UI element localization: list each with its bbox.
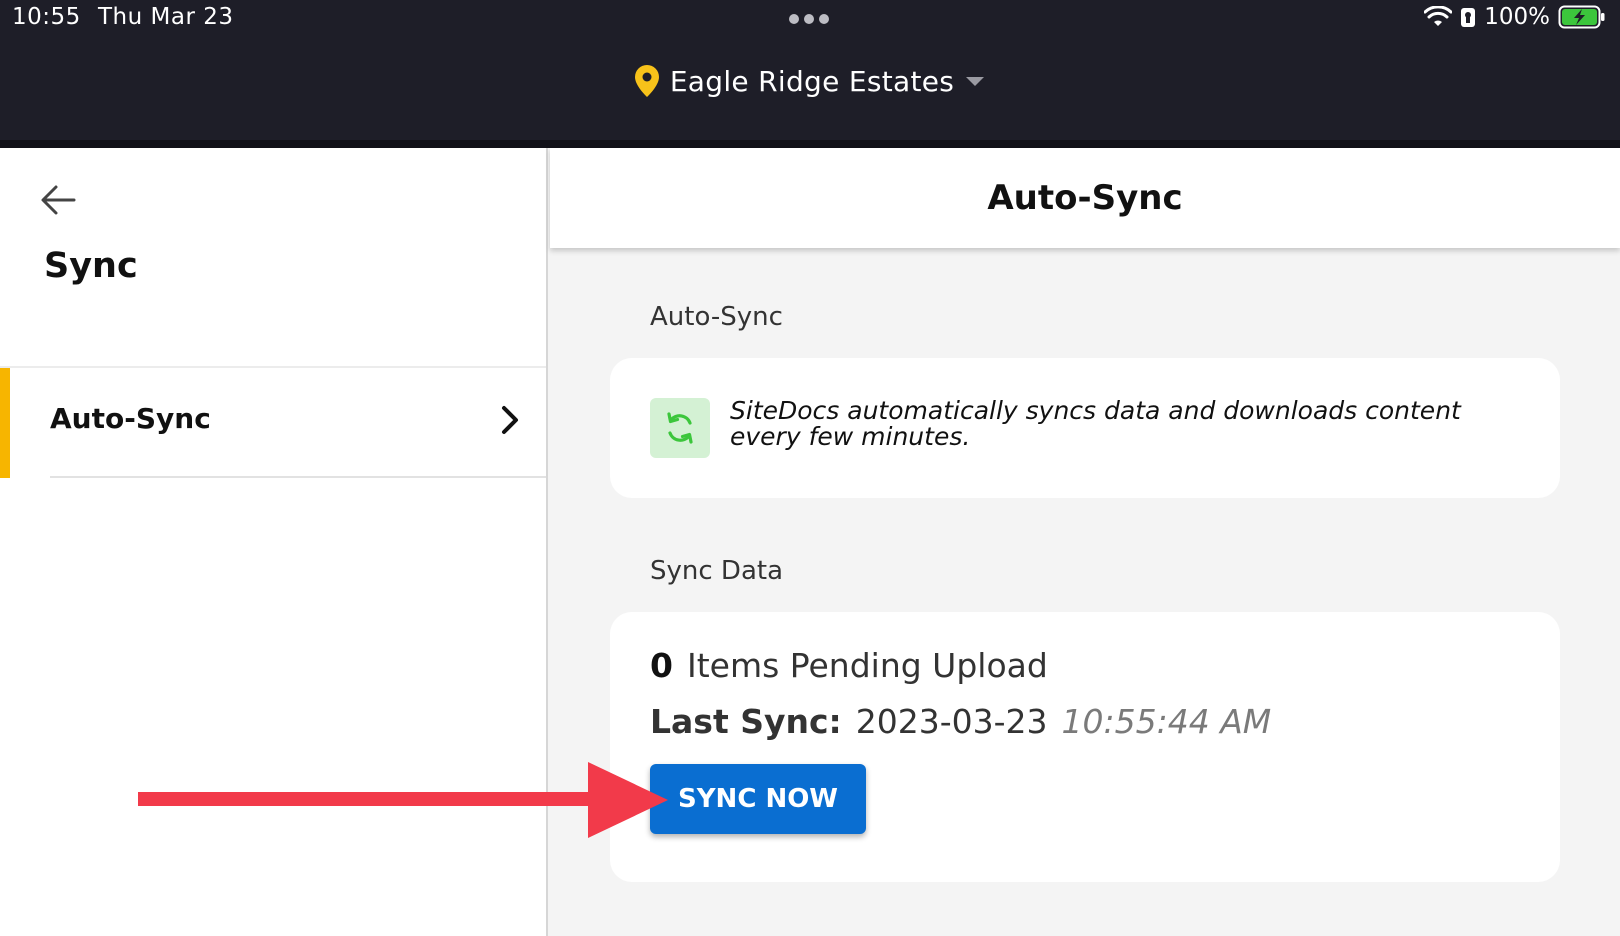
divider [50, 476, 546, 478]
battery-percentage: 100% [1484, 4, 1550, 30]
back-button[interactable] [38, 180, 78, 220]
pending-label: Items Pending Upload [686, 646, 1048, 685]
battery-charging-icon [1558, 5, 1605, 29]
last-sync-line: Last Sync: 2023-03-23 10:55:44 AM [650, 702, 1271, 741]
section-label-auto-sync: Auto-Sync [650, 302, 783, 332]
status-time: 10:55 [12, 4, 81, 30]
auto-sync-info-card: SiteDocs automatically syncs data and do… [610, 358, 1560, 498]
page-title: Sync [44, 246, 138, 286]
top-bar: 10:55 Thu Mar 23 100% Eagle Ridge Estate… [0, 0, 1620, 148]
detail-title: Auto-Sync [987, 178, 1183, 218]
last-sync-time: 10:55:44 AM [1061, 702, 1272, 741]
location-name: Eagle Ridge Estates [669, 64, 955, 98]
status-date: Thu Mar 23 [98, 4, 234, 30]
last-sync-date: 2023-03-23 [855, 702, 1048, 741]
chevron-right-icon [502, 406, 518, 434]
caret-down-icon [966, 77, 985, 86]
sidebar-item-auto-sync[interactable]: Auto-Sync [0, 368, 546, 478]
sync-data-card: 0 Items Pending Upload Last Sync: 2023-03-… [610, 612, 1560, 882]
left-pane: Sync Auto-Sync [0, 148, 548, 936]
sync-now-button[interactable]: SYNC NOW [650, 764, 866, 834]
sidebar-item-label: Auto-Sync [50, 402, 211, 435]
status-indicators: 100% [1424, 4, 1606, 30]
sync-icon [650, 398, 710, 458]
selected-indicator [0, 368, 10, 478]
map-pin-icon [634, 65, 659, 97]
top-bar-divider [0, 140, 1620, 148]
arrow-left-icon [41, 185, 76, 215]
detail-header: Auto-Sync [550, 148, 1620, 248]
last-sync-label: Last Sync: [650, 702, 842, 741]
pending-count: 0 [650, 646, 673, 685]
lock-icon [1461, 8, 1476, 27]
section-label-sync-data: Sync Data [650, 556, 784, 586]
multitasking-dots-icon[interactable] [789, 14, 829, 24]
location-selector[interactable]: Eagle Ridge Estates [0, 64, 1620, 98]
auto-sync-description: SiteDocs automatically syncs data and do… [730, 396, 1461, 451]
wifi-icon [1424, 6, 1453, 26]
pending-upload-line: 0 Items Pending Upload [650, 646, 1048, 685]
